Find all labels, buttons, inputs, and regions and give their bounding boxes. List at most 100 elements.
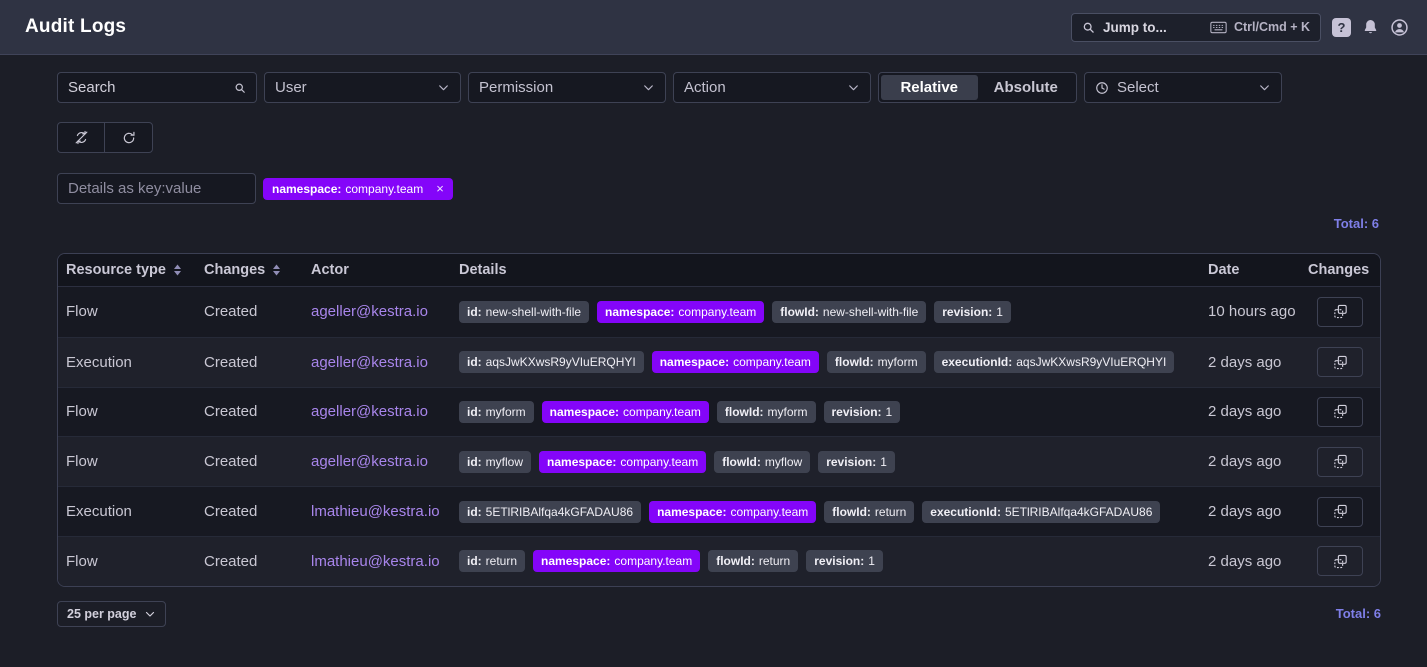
permission-filter-select[interactable]: Permission [468,72,666,103]
details-input[interactable] [68,180,245,197]
detail-badge: id:aqsJwKXwsR9yVIuERQHYI [459,351,644,373]
action-filter-select[interactable]: Action [673,72,871,103]
notifications-button[interactable] [1362,18,1379,36]
diff-copy-icon [1332,553,1349,570]
view-changes-button[interactable] [1317,397,1363,427]
diff-copy-icon [1332,453,1349,470]
detail-badge: revision:1 [824,401,901,423]
detail-badge: flowId:myflow [714,451,810,473]
detail-badge: revision:1 [934,301,1011,323]
detail-badge: id:return [459,550,525,572]
resource-type-cell: Flow [58,403,196,420]
table-row: Execution Created ageller@kestra.io id:a… [58,337,1380,387]
jump-to-placeholder: Jump to... [1103,20,1167,35]
search-filter [57,72,257,103]
user-menu-button[interactable] [1390,18,1409,37]
table-row: Flow Created ageller@kestra.io id:myflow… [58,436,1380,486]
action-filter-label: Action [684,79,726,96]
actor-link[interactable]: ageller@kestra.io [311,303,428,320]
clock-icon [1095,81,1109,95]
column-header-date: Date [1200,262,1300,278]
actor-link[interactable]: ageller@kestra.io [311,354,428,371]
search-input[interactable] [68,79,234,96]
refresh-controls [57,122,1381,153]
change-cell: Created [196,354,303,371]
date-cell: 2 days ago [1200,403,1300,420]
resource-type-cell: Execution [58,503,196,520]
column-header-resource-type[interactable]: Resource type [58,262,196,278]
chevron-down-icon [144,608,156,620]
chevron-down-icon [437,81,450,94]
jump-to-search[interactable]: Jump to... Ctrl/Cmd + K [1071,13,1321,42]
page-title: Audit Logs [25,16,126,38]
chevron-down-icon [847,81,860,94]
actor-link[interactable]: ageller@kestra.io [311,453,428,470]
view-changes-button[interactable] [1317,447,1363,477]
table-row: Execution Created lmathieu@kestra.io id:… [58,486,1380,536]
resource-type-cell: Execution [58,354,196,371]
absolute-toggle-button[interactable]: Absolute [978,75,1075,100]
actor-link[interactable]: lmathieu@kestra.io [311,503,440,520]
detail-badge: flowId:return [824,501,914,523]
view-changes-button[interactable] [1317,546,1363,576]
user-filter-select[interactable]: User [264,72,461,103]
column-header-details: Details [451,262,1200,278]
details-cell: id:5ETlRIBAlfqa4kGFADAU86 namespace:comp… [451,501,1200,523]
date-cell: 10 hours ago [1200,303,1300,320]
change-cell: Created [196,503,303,520]
detail-badge: revision:1 [806,550,883,572]
question-mark-icon: ? [1338,20,1346,35]
column-header-actor: Actor [303,262,451,278]
refresh-button[interactable] [105,123,152,152]
sort-icon [173,264,182,276]
column-header-changes-action: Changes [1300,262,1380,278]
close-icon[interactable]: × [436,182,444,195]
detail-badge: id:5ETlRIBAlfqa4kGFADAU86 [459,501,641,523]
keyboard-icon [1210,21,1227,34]
time-range-select[interactable]: Select [1084,72,1282,103]
detail-badge: id:new-shell-with-file [459,301,589,323]
total-count-top: Total: 6 [57,216,1379,231]
chevron-down-icon [642,81,655,94]
detail-badge: id:myflow [459,451,531,473]
relative-toggle-button[interactable]: Relative [881,75,978,100]
search-icon [1082,21,1095,34]
view-changes-button[interactable] [1317,347,1363,377]
refresh-icon [121,130,137,146]
details-cell: id:aqsJwKXwsR9yVIuERQHYI namespace:compa… [451,351,1200,373]
chevron-down-icon [1258,81,1271,94]
audit-logs-page: User Permission Action Relative Absolute [0,55,1427,627]
search-icon [234,82,246,94]
detail-badge: id:myform [459,401,534,423]
active-filter-tag: namespace: company.team × [263,178,453,200]
details-filter [57,173,256,204]
diff-copy-icon [1332,303,1349,320]
diff-copy-icon [1332,354,1349,371]
user-filter-label: User [275,79,307,96]
total-count-bottom: Total: 6 [1336,606,1381,621]
topbar-actions: Jump to... Ctrl/Cmd + K ? [1071,13,1409,42]
change-cell: Created [196,303,303,320]
view-changes-button[interactable] [1317,497,1363,527]
resource-type-cell: Flow [58,303,196,320]
details-cell: id:myflow namespace:company.team flowId:… [451,451,1200,473]
actor-link[interactable]: ageller@kestra.io [311,403,428,420]
diff-copy-icon [1332,503,1349,520]
avatar-icon [1390,18,1409,37]
change-cell: Created [196,453,303,470]
resource-type-cell: Flow [58,553,196,570]
column-header-changes[interactable]: Changes [196,262,303,278]
auto-refresh-toggle-button[interactable] [58,123,105,152]
tag-value: company.team [345,182,423,196]
table-header: Resource type Changes Actor Details Date… [58,254,1380,287]
details-cell: id:return namespace:company.team flowId:… [451,550,1200,572]
detail-badge: flowId:return [708,550,798,572]
actor-link[interactable]: lmathieu@kestra.io [311,553,440,570]
topbar: Audit Logs Jump to... Ctrl/Cmd + K ? [0,0,1427,55]
date-cell: 2 days ago [1200,503,1300,520]
detail-badge: executionId:aqsJwKXwsR9yVIuERQHYI [934,351,1175,373]
per-page-select[interactable]: 25 per page [57,601,166,627]
view-changes-button[interactable] [1317,297,1363,327]
detail-badge: flowId:myform [827,351,926,373]
help-button[interactable]: ? [1332,18,1351,37]
